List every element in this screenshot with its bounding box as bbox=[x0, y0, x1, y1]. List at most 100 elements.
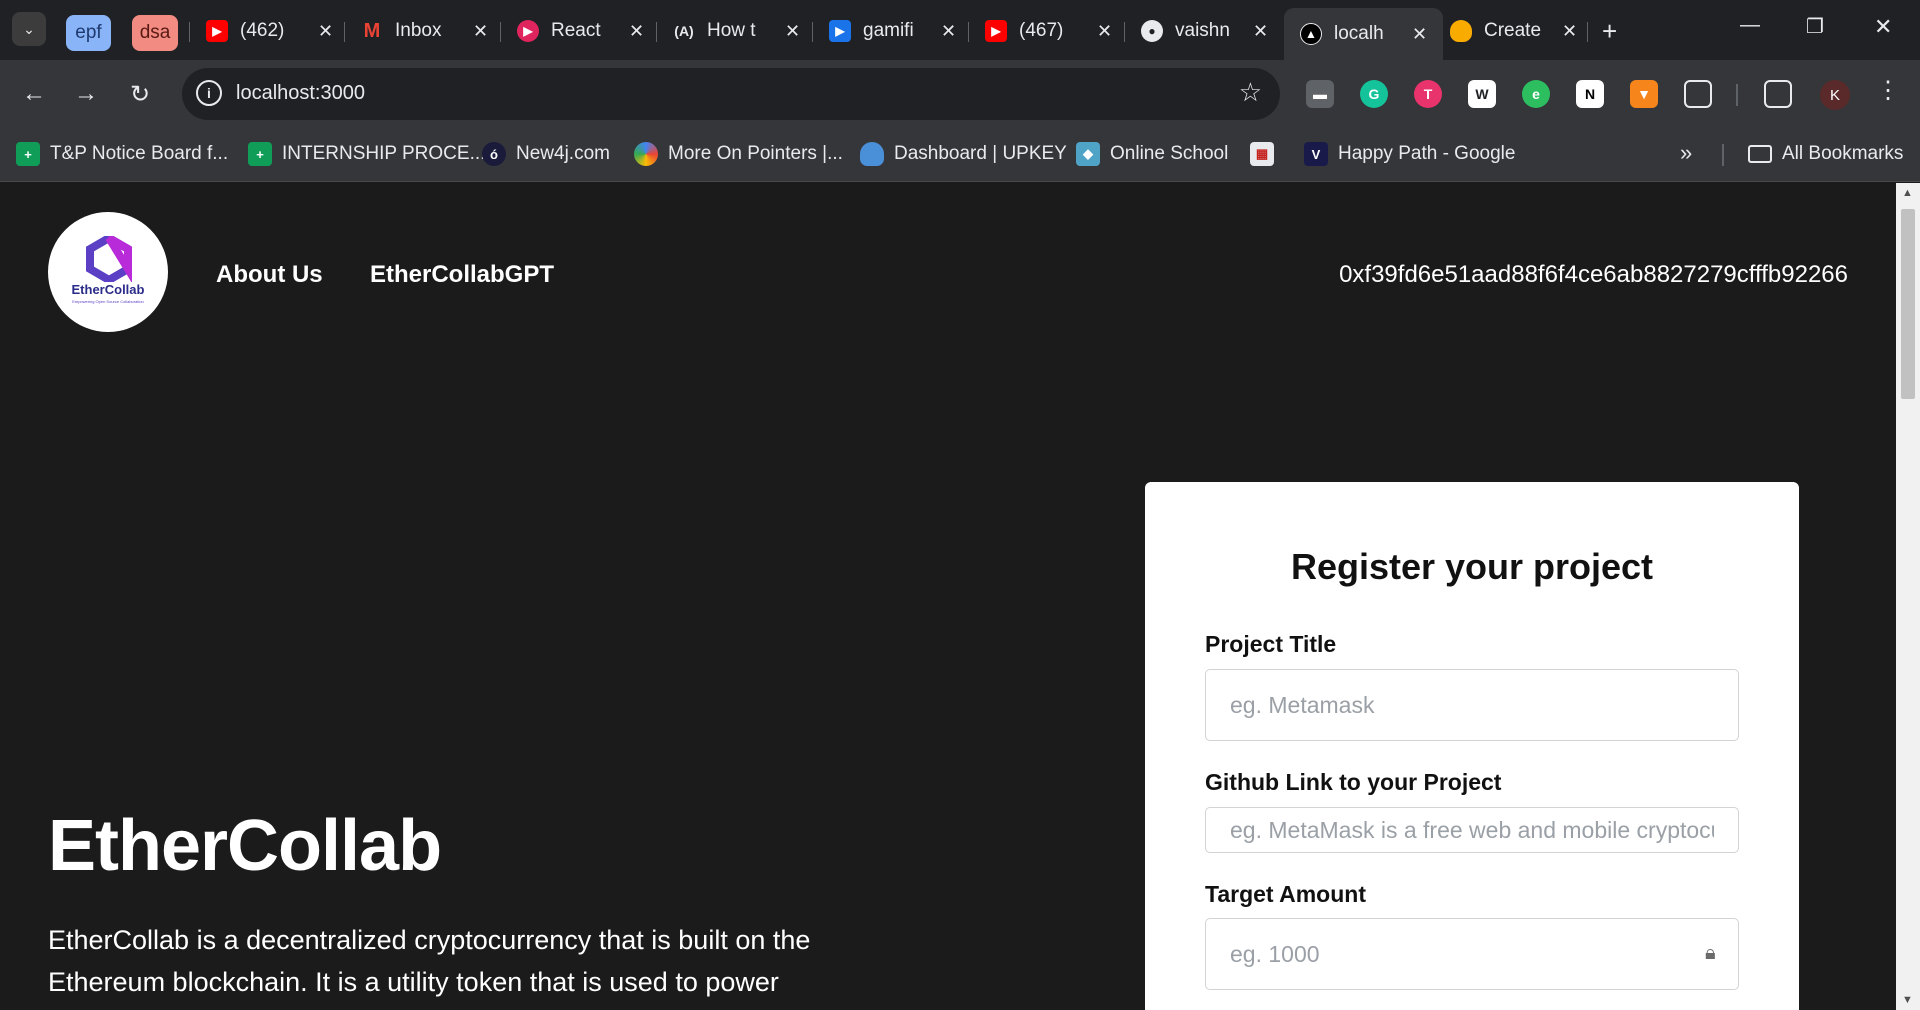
bookmark-item[interactable]: ◆ Online School bbox=[1076, 140, 1228, 168]
bookmark-star-icon[interactable]: ☆ bbox=[1239, 77, 1262, 108]
extension-t-icon[interactable]: T bbox=[1414, 80, 1442, 108]
nav-ethercollab-gpt[interactable]: EtherCollabGPT bbox=[370, 261, 554, 289]
tab-search-button[interactable]: ⌄ bbox=[12, 12, 46, 46]
close-icon[interactable]: ✕ bbox=[1562, 21, 1577, 42]
sheets-plus-icon: + bbox=[16, 142, 40, 166]
page-viewport: EtherCollab Empowering Open Source Colla… bbox=[0, 183, 1896, 1010]
tab-github[interactable]: ● vaishn ✕ bbox=[1141, 10, 1268, 52]
register-project-card: Register your project Project Title Gith… bbox=[1145, 482, 1799, 1010]
puzzle-extensions-icon[interactable] bbox=[1684, 80, 1712, 108]
tab-youtube-467[interactable]: ▶ (467) ✕ bbox=[985, 10, 1112, 52]
logo-tagline: Empowering Open Source Collaboration bbox=[72, 299, 144, 304]
v-logo-icon: V bbox=[1304, 142, 1328, 166]
bookmark-item[interactable]: V Happy Path - Google bbox=[1304, 140, 1515, 168]
url-text[interactable]: localhost:3000 bbox=[236, 82, 365, 105]
back-button[interactable]: ← bbox=[14, 74, 54, 114]
scroll-thumb[interactable] bbox=[1901, 209, 1915, 399]
profile-avatar[interactable]: K bbox=[1820, 80, 1850, 110]
scroll-up-arrow-icon[interactable]: ▲ bbox=[1902, 187, 1913, 199]
youtube-icon: ▶ bbox=[206, 20, 228, 42]
wikipedia-icon[interactable]: W bbox=[1468, 80, 1496, 108]
close-icon[interactable]: ✕ bbox=[785, 21, 800, 42]
bookmark-item[interactable]: + T&P Notice Board f... bbox=[16, 140, 228, 168]
close-icon[interactable]: ✕ bbox=[1412, 24, 1427, 45]
form-title: Register your project bbox=[1290, 546, 1654, 587]
project-title-label: Project Title bbox=[1205, 631, 1337, 657]
reload-icon: ↻ bbox=[129, 80, 151, 108]
close-icon[interactable]: ✕ bbox=[473, 21, 488, 42]
grammarly-icon[interactable]: G bbox=[1360, 80, 1388, 108]
tab-group-dsa[interactable]: dsa bbox=[132, 15, 178, 51]
chevron-down-icon: ⌄ bbox=[23, 20, 35, 37]
cast-extension-icon[interactable]: ▬ bbox=[1306, 80, 1334, 108]
tab-separator bbox=[344, 22, 345, 42]
tab-how-to[interactable]: (A) How t ✕ bbox=[673, 10, 800, 52]
close-icon[interactable]: ✕ bbox=[1253, 21, 1268, 42]
bookmarks-separator bbox=[1722, 144, 1724, 166]
new-tab-button[interactable]: + bbox=[1602, 16, 1617, 47]
reload-button[interactable]: ↻ bbox=[120, 74, 160, 114]
menu-kebab-icon[interactable]: ⋮ bbox=[1876, 76, 1900, 105]
arrow-right-icon: → bbox=[74, 80, 98, 107]
target-amount-input[interactable] bbox=[1205, 918, 1739, 990]
tab-separator bbox=[968, 22, 969, 42]
wallet-address: 0xf39fd6e51aad88f6f4ce6ab8827279cfffb922… bbox=[1339, 261, 1848, 288]
tab-separator bbox=[812, 22, 813, 42]
browser-toolbar: ← → ↻ i localhost:3000 ☆ ▬ G T W e N ▼ K… bbox=[0, 60, 1920, 128]
all-bookmarks-button[interactable]: All Bookmarks bbox=[1748, 140, 1903, 168]
tab-localhost[interactable]: ▲ localh ✕ bbox=[1284, 8, 1444, 60]
tab-separator bbox=[500, 22, 501, 42]
ethercollab-logo[interactable]: EtherCollab Empowering Open Source Colla… bbox=[48, 212, 168, 332]
tab-react[interactable]: ▶ React ✕ bbox=[517, 10, 644, 52]
arrow-left-icon: ← bbox=[22, 80, 46, 107]
minimize-button[interactable]: — bbox=[1740, 14, 1760, 37]
forward-button[interactable]: → bbox=[66, 74, 106, 114]
hero-description: EtherCollab is a decentralized cryptocur… bbox=[48, 925, 811, 997]
bookmark-item[interactable]: ó New4j.com bbox=[482, 140, 610, 168]
github-link-input[interactable] bbox=[1205, 807, 1739, 853]
notion-icon[interactable]: N bbox=[1576, 80, 1604, 108]
tab-title: (462) bbox=[240, 20, 285, 41]
close-window-button[interactable]: ✕ bbox=[1874, 14, 1892, 40]
nav-about-us[interactable]: About Us bbox=[216, 261, 323, 289]
address-bar[interactable]: i localhost:3000 ☆ bbox=[182, 68, 1280, 120]
close-icon[interactable]: ✕ bbox=[941, 21, 956, 42]
maximize-button[interactable]: ❐ bbox=[1806, 14, 1824, 39]
site-info-icon[interactable]: i bbox=[196, 80, 222, 106]
scroll-down-arrow-icon[interactable]: ▼ bbox=[1902, 994, 1913, 1006]
bookmark-item[interactable]: Dashboard | UPKEY bbox=[860, 140, 1067, 168]
close-icon[interactable]: ✕ bbox=[1097, 21, 1112, 42]
flame-icon bbox=[1450, 20, 1472, 42]
close-icon[interactable]: ✕ bbox=[629, 21, 644, 42]
lock-icon: 🔒︎ bbox=[1705, 942, 1716, 964]
bookmark-item[interactable]: More On Pointers |... bbox=[634, 140, 843, 168]
evernote-icon[interactable]: e bbox=[1522, 80, 1550, 108]
astro-icon: (A) bbox=[673, 20, 695, 42]
tab-title: vaishn bbox=[1175, 20, 1230, 41]
page-scrollbar[interactable]: ▲ ▼ bbox=[1896, 183, 1920, 1010]
bookmark-label: Happy Path - Google bbox=[1338, 143, 1516, 164]
browser-window: ⌄ epf dsa ▶ (462) ✕ M Inbox ✕ ▶ React ✕ … bbox=[0, 0, 1920, 1010]
github-icon: ● bbox=[1141, 20, 1163, 42]
tab-group-epf[interactable]: epf bbox=[66, 15, 111, 51]
project-title-input[interactable] bbox=[1205, 669, 1739, 741]
bookmark-label: INTERNSHIP PROCE... bbox=[282, 143, 486, 164]
tab-inbox[interactable]: M Inbox ✕ bbox=[361, 10, 488, 52]
tab-youtube-462[interactable]: ▶ (462) ✕ bbox=[206, 10, 333, 52]
bookmarks-overflow-icon[interactable]: » bbox=[1680, 140, 1692, 166]
bookmark-item[interactable]: ▦ bbox=[1250, 140, 1284, 168]
hero-title: EtherCollab bbox=[48, 806, 442, 886]
tab-separator bbox=[1124, 22, 1125, 42]
tab-create[interactable]: Create ✕ bbox=[1450, 10, 1577, 52]
bookmark-item[interactable]: + INTERNSHIP PROCE... bbox=[248, 140, 485, 168]
youtube-icon: ▶ bbox=[985, 20, 1007, 42]
tab-title: (467) bbox=[1019, 20, 1064, 41]
tab-strip: ⌄ epf dsa ▶ (462) ✕ M Inbox ✕ ▶ React ✕ … bbox=[0, 0, 1920, 60]
close-icon[interactable]: ✕ bbox=[318, 21, 333, 42]
colorful-ring-icon bbox=[634, 142, 658, 166]
side-panel-icon[interactable] bbox=[1764, 80, 1792, 108]
tab-separator bbox=[1587, 22, 1588, 42]
tab-gamifi[interactable]: ▶ gamifi ✕ bbox=[829, 10, 956, 52]
nextjs-icon: ▲ bbox=[1300, 23, 1322, 45]
metamask-fox-icon[interactable]: ▼ bbox=[1630, 80, 1658, 108]
